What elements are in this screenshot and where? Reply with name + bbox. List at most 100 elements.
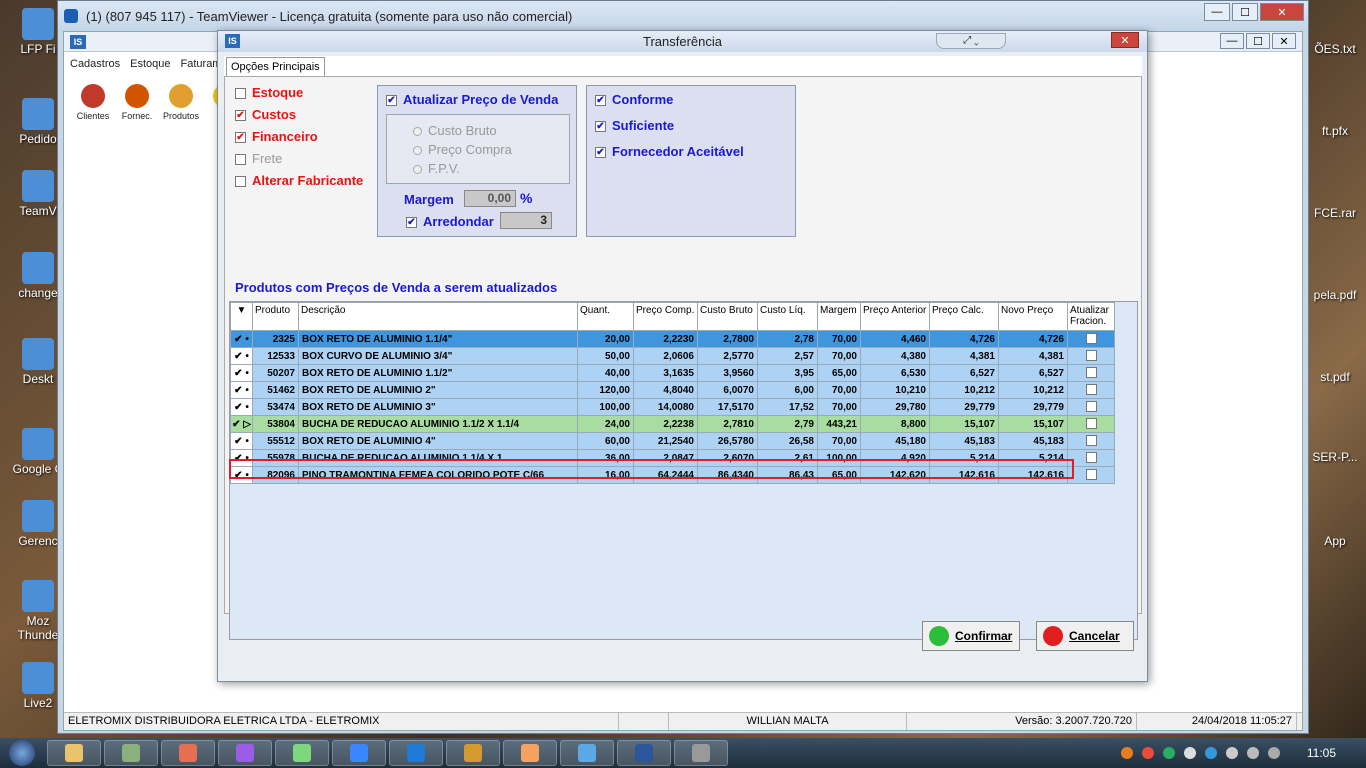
taskbar-app-word[interactable]: [617, 740, 671, 766]
option-checkbox[interactable]: [235, 176, 246, 188]
fracion-checkbox[interactable]: [1085, 401, 1097, 413]
column-header[interactable]: Preço Anterior: [860, 302, 930, 331]
flag-icon[interactable]: [1267, 747, 1280, 759]
column-header[interactable]: Novo Preço: [998, 302, 1068, 331]
option-custos[interactable]: ✔ Custos: [235, 107, 296, 122]
fracion-checkbox[interactable]: [1085, 367, 1097, 379]
desktop-icon[interactable]: ft.pfx: [1306, 124, 1364, 138]
tray-icon-5[interactable]: [1204, 747, 1217, 759]
fracion-checkbox[interactable]: [1085, 333, 1097, 345]
table-row[interactable]: ✔ • 50207 BOX RETO DE ALUMINIO 1.1/2" 40,00…: [230, 364, 1115, 382]
price-base-radio[interactable]: Preço Compra: [413, 142, 512, 157]
taskbar-app-app5[interactable]: [275, 740, 329, 766]
table-row[interactable]: ✔ • 2325 BOX RETO DE ALUMINIO 1.1/4" 20,00 2…: [230, 330, 1115, 348]
row-select-checkbox[interactable]: ✔ •: [230, 381, 253, 399]
table-row[interactable]: ✔ ▷ 53804 BUCHA DE REDUCAO ALUMINIO 1.1/2 …: [230, 415, 1115, 433]
radio-icon[interactable]: [413, 165, 422, 175]
fracion-checkbox[interactable]: [1085, 350, 1097, 362]
taskbar-app-chrome[interactable]: [161, 740, 215, 766]
clock[interactable]: 11:05: [1307, 746, 1336, 760]
teamviewer-toolbar-toggle[interactable]: ⤢ ⌄: [936, 33, 1006, 49]
row-select-checkbox[interactable]: ✔ •: [230, 398, 253, 416]
table-row[interactable]: ✔ • 51462 BOX RETO DE ALUMINIO 2" 120,00 4,8…: [230, 381, 1115, 399]
desktop-icon[interactable]: FCE.rar: [1306, 206, 1364, 220]
confirm-button[interactable]: Confirmar: [922, 621, 1020, 651]
start-button[interactable]: [0, 738, 44, 768]
option-frete[interactable]: Frete: [235, 151, 282, 166]
taskbar-app-app9[interactable]: [503, 740, 557, 766]
round-checkbox[interactable]: ✔: [406, 217, 417, 229]
option-checkbox[interactable]: [235, 154, 246, 166]
criteria-option[interactable]: ✔ Fornecedor Aceitável: [595, 144, 744, 159]
criteria-checkbox[interactable]: ✔: [595, 95, 606, 107]
round-option[interactable]: ✔ Arredondar: [406, 214, 494, 229]
tray-icon-4[interactable]: [1183, 747, 1196, 759]
fracion-checkbox[interactable]: [1085, 384, 1097, 396]
option-checkbox[interactable]: ✔: [235, 110, 246, 122]
tab-opcoes-principais[interactable]: Opções Principais: [226, 57, 325, 76]
toolbar-button[interactable]: Clientes: [74, 84, 112, 121]
column-header[interactable]: Produto: [252, 302, 299, 331]
row-select-checkbox[interactable]: ✔ •: [230, 347, 253, 365]
desktop-icon[interactable]: SER-P...: [1306, 450, 1364, 464]
update-price-checkbox[interactable]: ✔: [386, 95, 397, 107]
column-header[interactable]: Atualizar Fracion.: [1067, 302, 1115, 331]
option-estoque[interactable]: Estoque: [235, 85, 303, 100]
column-header[interactable]: Preço Calc.: [929, 302, 999, 331]
network-icon[interactable]: [1246, 747, 1259, 759]
fracion-checkbox[interactable]: [1085, 452, 1097, 464]
col-select[interactable]: ▼: [230, 302, 253, 331]
tray-icon-2[interactable]: [1141, 747, 1154, 759]
erp-maximize-button[interactable]: ☐: [1246, 33, 1270, 49]
option-alterar-fabricante[interactable]: Alterar Fabricante: [235, 173, 363, 188]
price-base-radio[interactable]: Custo Bruto: [413, 123, 497, 138]
taskbar-app-erp[interactable]: [332, 740, 386, 766]
toolbar-button[interactable]: Produtos: [162, 84, 200, 121]
desktop-icon[interactable]: App: [1306, 534, 1364, 548]
row-select-checkbox[interactable]: ✔ •: [230, 432, 253, 450]
column-header[interactable]: Quant.: [577, 302, 634, 331]
radio-icon[interactable]: [413, 127, 422, 137]
option-checkbox[interactable]: [235, 88, 246, 100]
menu-item[interactable]: Estoque: [130, 58, 170, 70]
erp-close-button[interactable]: ✕: [1272, 33, 1296, 49]
update-price-option[interactable]: ✔ Atualizar Preço de Venda: [386, 92, 558, 107]
radio-icon[interactable]: [413, 146, 422, 156]
menu-item[interactable]: Faturam: [181, 58, 222, 70]
fracion-checkbox[interactable]: [1085, 435, 1097, 447]
close-button[interactable]: ✕: [1260, 3, 1304, 21]
fracion-checkbox[interactable]: [1085, 418, 1097, 430]
dialog-close-button[interactable]: ✕: [1111, 32, 1139, 48]
toolbar-button[interactable]: Fornec.: [118, 84, 156, 121]
column-header[interactable]: Preço Comp.: [633, 302, 698, 331]
option-financeiro[interactable]: ✔ Financeiro: [235, 129, 318, 144]
column-header[interactable]: Custo Líq.: [757, 302, 818, 331]
column-header[interactable]: Custo Bruto: [697, 302, 758, 331]
minimize-button[interactable]: —: [1204, 3, 1230, 21]
erp-minimize-button[interactable]: —: [1220, 33, 1244, 49]
option-checkbox[interactable]: ✔: [235, 132, 246, 144]
taskbar-app-app8[interactable]: [446, 740, 500, 766]
tray-icon-3[interactable]: [1162, 747, 1175, 759]
row-select-checkbox[interactable]: ✔ •: [230, 330, 253, 348]
taskbar-app-app12[interactable]: [674, 740, 728, 766]
desktop-icon[interactable]: st.pdf: [1306, 370, 1364, 384]
tray-icon-1[interactable]: [1120, 747, 1133, 759]
table-row[interactable]: ✔ • 55512 BOX RETO DE ALUMINIO 4" 60,00 21,2…: [230, 432, 1115, 450]
volume-icon[interactable]: [1225, 747, 1238, 759]
desktop-icon[interactable]: ÕES.txt: [1306, 42, 1364, 56]
criteria-option[interactable]: ✔ Suficiente: [595, 118, 674, 133]
taskbar-app-app4[interactable]: [218, 740, 272, 766]
table-row[interactable]: ✔ • 53474 BOX RETO DE ALUMINIO 3" 100,00 14,…: [230, 398, 1115, 416]
round-input[interactable]: 3: [500, 212, 552, 229]
fracion-checkbox[interactable]: [1085, 469, 1097, 481]
row-select-checkbox[interactable]: ✔ •: [230, 364, 253, 382]
margin-input[interactable]: 0,00: [464, 190, 516, 207]
menu-item[interactable]: Cadastros: [70, 58, 120, 70]
taskbar-app-explorer[interactable]: [47, 740, 101, 766]
cancel-button[interactable]: Cancelar: [1036, 621, 1134, 651]
taskbar-app-folders[interactable]: [104, 740, 158, 766]
column-header[interactable]: Margem: [817, 302, 861, 331]
taskbar-app-app10[interactable]: [560, 740, 614, 766]
criteria-checkbox[interactable]: ✔: [595, 147, 606, 159]
